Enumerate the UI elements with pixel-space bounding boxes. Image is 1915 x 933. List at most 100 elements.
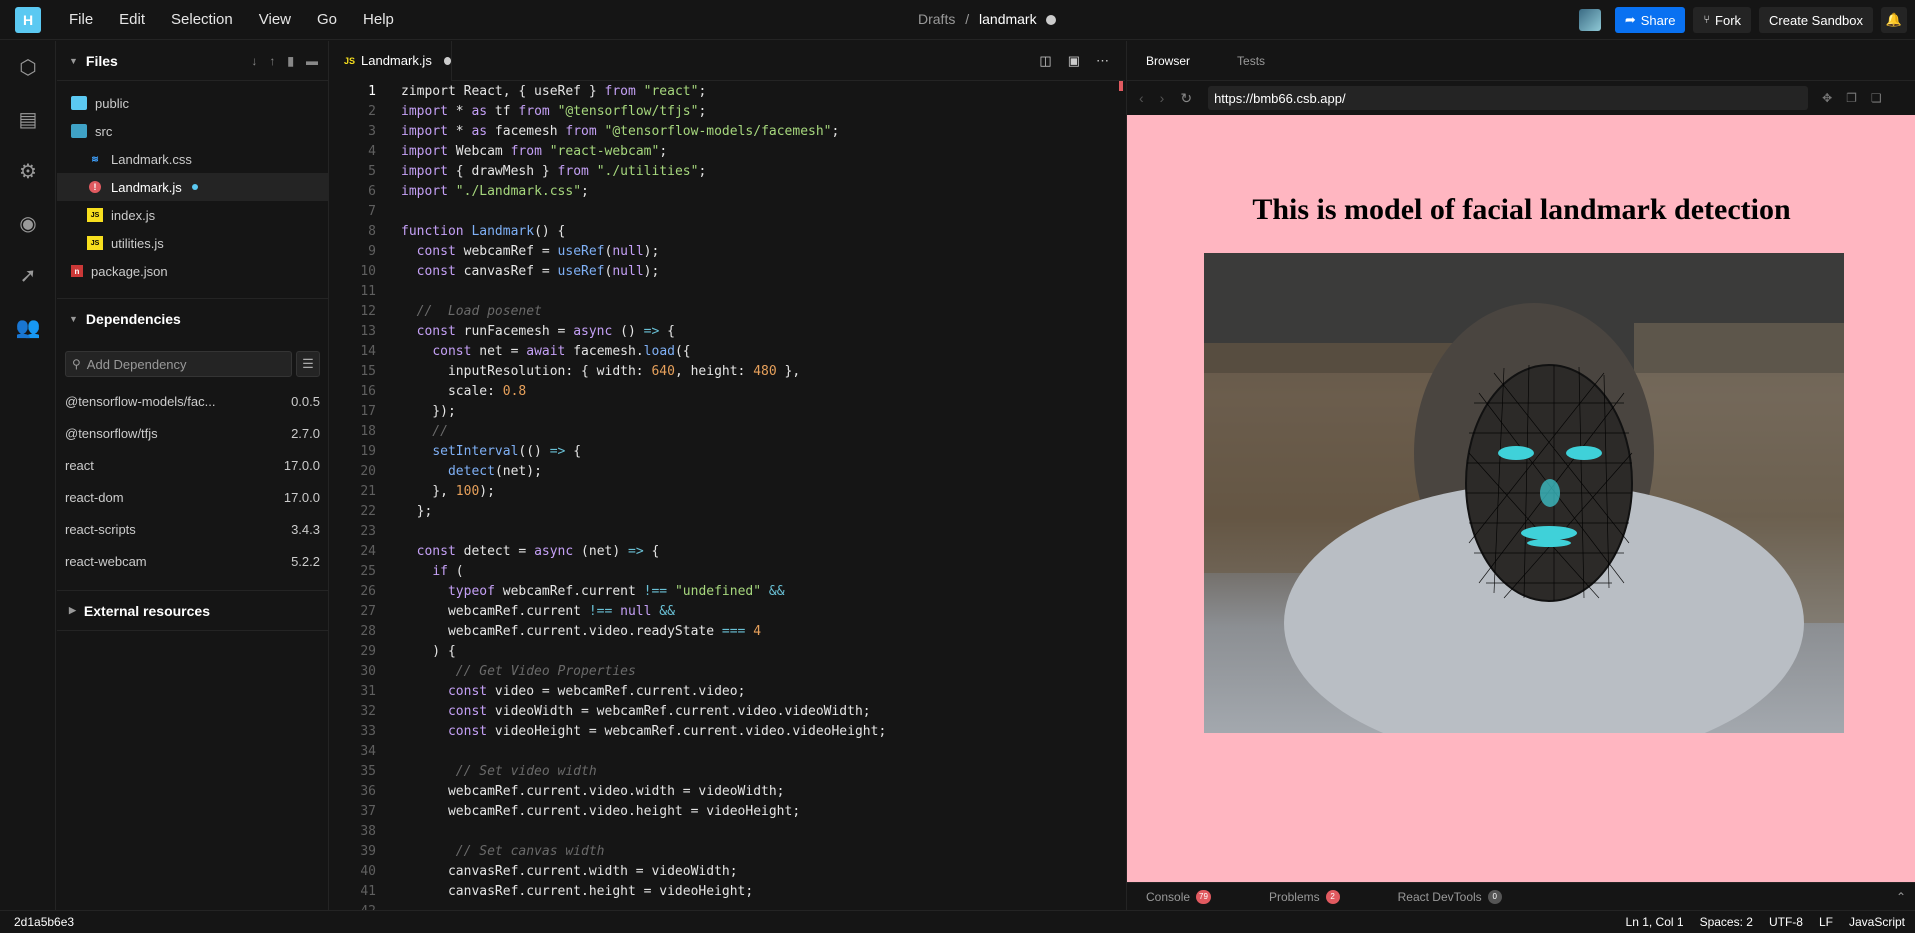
fork-button[interactable]: ⑂ Fork: [1693, 7, 1752, 33]
webcam-canvas: [1204, 253, 1844, 733]
tab-problems[interactable]: Problems 2: [1268, 889, 1340, 904]
back-icon[interactable]: ‹: [1139, 90, 1144, 106]
code-line: 32 const videoWidth = webcamRef.current.…: [330, 701, 1125, 721]
file-tree-item[interactable]: ≋ Landmark.css: [57, 145, 328, 173]
forward-icon[interactable]: ›: [1160, 90, 1165, 106]
dep-version: 0.0.5: [291, 393, 320, 409]
dependency-item[interactable]: react-scripts 3.4.3: [57, 513, 328, 545]
line-number: 11: [360, 283, 376, 299]
tab-react-devtools[interactable]: React DevTools 0: [1397, 889, 1502, 904]
menu-view[interactable]: View: [259, 11, 291, 28]
file-tree-item[interactable]: ! Landmark.js: [57, 173, 328, 201]
dependency-item[interactable]: react-dom 17.0.0: [57, 481, 328, 513]
commit-hash[interactable]: 2d1a5b6e3: [14, 915, 74, 929]
menu-help[interactable]: Help: [363, 11, 394, 28]
menu-selection[interactable]: Selection: [171, 11, 233, 28]
menu-go[interactable]: Go: [317, 11, 337, 28]
code-line: 26 typeof webcamRef.current !== "undefin…: [330, 581, 1125, 601]
tab-label: Landmark.js: [361, 53, 432, 68]
globe-icon[interactable]: [1045, 15, 1056, 26]
code-line: 30 // Get Video Properties: [330, 661, 1125, 681]
url-field[interactable]: https://bmb66.csb.app/: [1208, 86, 1809, 110]
file-tree-item[interactable]: JS index.js: [57, 201, 328, 229]
crumb-parent[interactable]: Drafts: [918, 11, 955, 27]
chevron-up-icon[interactable]: ⌃: [1896, 890, 1906, 904]
sandbox-title[interactable]: landmark: [979, 11, 1037, 27]
code-line: 37 webcamRef.current.video.height = vide…: [330, 801, 1125, 821]
file-icon[interactable]: ▤: [0, 93, 56, 145]
gear-icon[interactable]: ⚙: [0, 145, 56, 197]
code-line: 29 ) {: [330, 641, 1125, 661]
file-tree-item[interactable]: src: [57, 117, 328, 145]
file-tree-item[interactable]: JS utilities.js: [57, 229, 328, 257]
line-text: const webcamRef = useRef(null);: [416, 243, 660, 259]
line-text: scale: 0.8: [401, 383, 527, 399]
devtools-label: React DevTools: [1397, 889, 1482, 904]
cursor-position[interactable]: Ln 1, Col 1: [1626, 915, 1684, 929]
line-number: 16: [360, 383, 376, 399]
error-marker: [1119, 81, 1123, 91]
menu-file[interactable]: File: [69, 11, 93, 28]
line-text: if (: [432, 563, 464, 579]
encoding[interactable]: UTF-8: [1769, 915, 1803, 929]
new-folder-icon[interactable]: ▬: [306, 54, 318, 68]
more-icon[interactable]: ⋯: [1096, 53, 1109, 69]
upload-icon[interactable]: ↑: [269, 54, 275, 68]
line-text: //: [401, 423, 448, 439]
unsaved-dot[interactable]: [443, 56, 451, 65]
avatar[interactable]: [1578, 9, 1601, 31]
menu-edit[interactable]: Edit: [119, 11, 145, 28]
line-number: 27: [360, 603, 376, 619]
new-window-icon[interactable]: ❐: [1846, 91, 1857, 105]
line-text: import Webcam from "react-webcam";: [401, 143, 668, 159]
language-mode[interactable]: JavaScript: [1849, 915, 1905, 929]
copy-icon[interactable]: ❏: [1871, 91, 1882, 105]
file-tree-item[interactable]: n package.json: [57, 257, 328, 285]
console-bar: Console 79 Problems 2 React DevTools 0 ⌃: [1127, 882, 1915, 910]
bell-icon[interactable]: 🔔: [1881, 7, 1907, 33]
external-resources-header[interactable]: ▶ External resources: [57, 591, 328, 631]
dependencies-header[interactable]: ▼ Dependencies: [57, 299, 328, 339]
line-ending[interactable]: LF: [1819, 915, 1833, 929]
codesandbox-logo[interactable]: H: [15, 6, 41, 33]
download-icon[interactable]: ↓: [251, 54, 257, 68]
dependency-item[interactable]: @tensorflow-models/fac... 0.0.5: [57, 385, 328, 417]
code-line: 36 webcamRef.current.video.width = video…: [330, 781, 1125, 801]
folder-icon: [71, 96, 87, 110]
rocket-icon[interactable]: ➚: [0, 249, 56, 301]
dependency-item[interactable]: react-webcam 5.2.2: [57, 545, 328, 577]
preview-frame[interactable]: This is model of facial landmark detecti…: [1127, 115, 1915, 882]
files-header[interactable]: ▼ Files ↓ ↑ ▮ ▬: [57, 41, 328, 81]
github-icon[interactable]: ◉: [0, 197, 56, 249]
tab-console[interactable]: Console 79: [1146, 889, 1211, 904]
dependency-item[interactable]: react 17.0.0: [57, 449, 328, 481]
devtools-count-badge: 0: [1487, 889, 1502, 904]
code-line: 17 });: [330, 401, 1125, 421]
line-number: 40: [360, 863, 376, 879]
add-dependency-input[interactable]: ⚲ Add Dependency: [65, 351, 292, 377]
new-file-icon[interactable]: ▮: [287, 54, 294, 68]
code-area[interactable]: 1 zimport React, { useRef } from "react";…: [330, 81, 1125, 911]
indentation[interactable]: Spaces: 2: [1700, 915, 1753, 929]
cube-icon[interactable]: ⬡: [0, 41, 56, 93]
preview-icon[interactable]: ▣: [1068, 53, 1080, 69]
file-tree-item[interactable]: public: [57, 89, 328, 117]
code-line: 5 import { drawMesh } from "./utilities";: [330, 161, 1125, 181]
tab-landmark-js[interactable]: JS Landmark.js: [330, 40, 452, 81]
crosshair-icon[interactable]: ✥: [1822, 91, 1832, 105]
refresh-icon[interactable]: ↻: [1180, 90, 1192, 107]
tab-browser[interactable]: Browser: [1146, 54, 1190, 68]
line-number: 32: [360, 703, 376, 719]
line-text: // Set video width: [401, 763, 597, 779]
tab-tests[interactable]: Tests: [1237, 54, 1265, 68]
dependency-item[interactable]: @tensorflow/tfjs 2.7.0: [57, 417, 328, 449]
split-view-icon[interactable]: ◫: [1039, 53, 1051, 69]
line-text: setInterval(() => {: [432, 443, 582, 459]
line-number: 2: [368, 103, 376, 119]
list-icon[interactable]: ☰: [296, 351, 320, 377]
share-button[interactable]: ➦ Share: [1614, 7, 1686, 33]
users-icon[interactable]: 👥: [0, 301, 56, 353]
create-sandbox-button[interactable]: Create Sandbox: [1759, 7, 1873, 33]
problems-label: Problems: [1268, 889, 1320, 904]
css-icon: ≋: [91, 153, 99, 164]
